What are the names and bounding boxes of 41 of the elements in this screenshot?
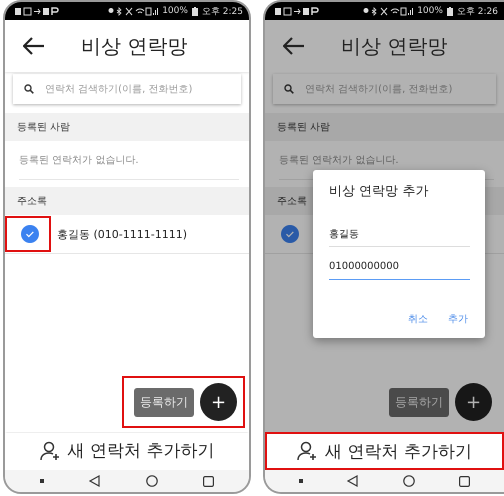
- fab-label: 등록하기: [389, 388, 449, 416]
- add-fab-button[interactable]: +: [200, 383, 237, 421]
- battery-icon: [192, 6, 198, 16]
- section-header: 등록된 사람: [5, 113, 249, 141]
- battery-icon: [446, 6, 453, 16]
- add-fab-button[interactable]: +: [455, 383, 492, 421]
- checkbox[interactable]: [281, 225, 299, 243]
- back-arrow-icon[interactable]: [23, 37, 45, 55]
- contact-name[interactable]: 홍길동 (010-1111-1111): [57, 226, 188, 242]
- battery-percent: 100%: [162, 6, 188, 16]
- screen-title: 비상 연락망: [81, 32, 188, 60]
- system-status-icons: [108, 6, 158, 16]
- section-header: 주소록: [5, 187, 249, 215]
- input-field[interactable]: 홍길동: [329, 222, 470, 247]
- search-field[interactable]: 연락처 검색하기(이름, 전화번호): [273, 74, 496, 104]
- recents-icon[interactable]: [203, 476, 214, 486]
- recents-icon[interactable]: [458, 476, 470, 486]
- fab-label: 등록하기: [134, 388, 194, 416]
- section-header: 등록된 사람: [265, 113, 504, 141]
- clock: 오후 2:25: [202, 6, 243, 18]
- add-person-icon: [40, 440, 62, 460]
- battery-percent: 100%: [417, 6, 443, 16]
- clock: 오후 2:26: [456, 6, 498, 18]
- notification-icons: [275, 6, 319, 16]
- home-icon[interactable]: [146, 475, 158, 487]
- search-icon: [24, 84, 34, 94]
- add-contact-button[interactable]: 새 연락처 추가하기: [265, 432, 504, 470]
- notification-icons: [15, 6, 59, 16]
- back-icon[interactable]: [89, 475, 100, 487]
- empty-message: 등록된 연락처가 없습니다.: [279, 154, 399, 167]
- back-icon[interactable]: [347, 475, 358, 487]
- screen-title: 비상 연락망: [341, 32, 448, 60]
- empty-message: 등록된 연락처가 없습니다.: [19, 154, 139, 167]
- system-status-icons: [363, 6, 414, 16]
- dialog-button[interactable]: 취소: [406, 310, 430, 328]
- search-field[interactable]: 연락처 검색하기(이름, 전화번호): [13, 74, 241, 104]
- checkbox[interactable]: [21, 225, 39, 243]
- input-field[interactable]: 01000000000: [329, 255, 470, 280]
- search-icon: [284, 84, 294, 94]
- home-icon[interactable]: [402, 475, 415, 487]
- back-arrow-icon[interactable]: [283, 37, 305, 55]
